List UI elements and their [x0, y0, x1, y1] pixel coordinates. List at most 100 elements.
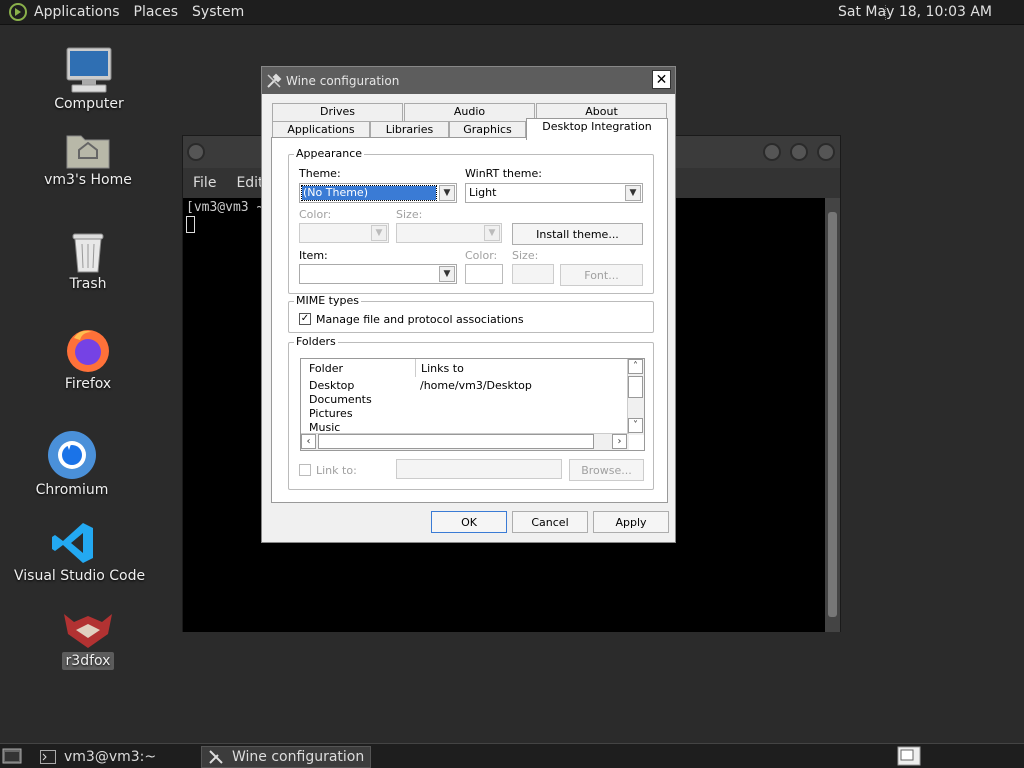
- menu-system[interactable]: System: [192, 4, 244, 20]
- theme-label: Theme:: [299, 167, 341, 180]
- tools-icon: [209, 750, 223, 764]
- install-theme-button[interactable]: Install theme...: [512, 223, 643, 245]
- winrt-theme-select[interactable]: Light ▼: [465, 183, 643, 203]
- terminal-menu-edit[interactable]: Edit: [236, 175, 263, 191]
- desktop-icon-label: Chromium: [35, 482, 109, 498]
- chevron-down-icon[interactable]: ▼: [625, 185, 641, 201]
- menu-places[interactable]: Places: [134, 4, 179, 20]
- tools-icon: [267, 73, 282, 88]
- tab-panel-desktop-integration: Appearance Theme: (No Theme) ▼ WinRT the…: [271, 137, 668, 503]
- scroll-thumb[interactable]: [628, 376, 643, 398]
- desktop-icon-label: Computer: [54, 96, 124, 112]
- dialog-title: Wine configuration: [286, 73, 400, 88]
- tab-desktop-integration[interactable]: Desktop Integration: [526, 118, 668, 140]
- terminal-maximize-button[interactable]: [790, 143, 808, 161]
- browse-button: Browse...: [569, 459, 644, 481]
- folders-group-label: Folders: [294, 335, 338, 348]
- list-item-folder[interactable]: Pictures: [309, 407, 353, 420]
- manage-associations-checkbox[interactable]: ✓: [299, 313, 311, 325]
- theme-select[interactable]: (No Theme) ▼: [299, 183, 457, 203]
- taskbar-item-label: Wine configuration: [232, 749, 365, 765]
- chevron-down-icon[interactable]: ▼: [439, 266, 455, 282]
- terminal-minimize-button[interactable]: [763, 143, 781, 161]
- chevron-up-icon[interactable]: ˄: [628, 359, 643, 374]
- mime-types-group: MIME types ✓ Manage file and protocol as…: [288, 294, 654, 333]
- color-label: Color:: [299, 208, 332, 221]
- folders-vertical-scrollbar[interactable]: ˄ ˅: [627, 359, 644, 435]
- ok-button[interactable]: OK: [431, 511, 507, 533]
- bottom-panel: vm3@vm3:~ Wine configuration: [0, 743, 1024, 768]
- vscode-icon: [52, 523, 93, 563]
- item-size-stepper: [512, 264, 554, 284]
- menu-applications[interactable]: Applications: [34, 4, 120, 20]
- chevron-down-icon[interactable]: ▼: [439, 185, 455, 201]
- desktop-icon-label: vm3's Home: [44, 172, 132, 188]
- top-panel: Applications Places System Sat May 18, 1…: [0, 0, 1024, 25]
- taskbar-item-label: vm3@vm3:~: [64, 749, 157, 765]
- item-color-field[interactable]: [465, 264, 503, 284]
- desktop-icon-vscode[interactable]: Visual Studio Code: [14, 520, 146, 584]
- color-select: ▼: [299, 223, 389, 243]
- tab-audio[interactable]: Audio: [404, 103, 535, 121]
- desktop-icon-computer[interactable]: Computer: [44, 46, 134, 112]
- mime-group-label: MIME types: [294, 294, 361, 307]
- desktop-icon-label: Visual Studio Code: [14, 568, 146, 584]
- chevron-down-icon: ▼: [371, 225, 387, 241]
- show-desktop-icon[interactable]: [2, 747, 22, 765]
- font-button: Font...: [560, 264, 643, 286]
- dialog-close-button[interactable]: ✕: [652, 70, 671, 89]
- desktop-icon-r3dfox[interactable]: r3dfox: [52, 610, 124, 670]
- item-size-label: Size:: [512, 249, 539, 262]
- terminal-cursor: [186, 216, 195, 233]
- list-item-folder[interactable]: Desktop: [309, 379, 354, 392]
- desktop-icon-chromium[interactable]: Chromium: [32, 430, 112, 498]
- item-select[interactable]: ▼: [299, 264, 457, 284]
- home-folder-icon: [66, 135, 110, 169]
- manage-associations-label[interactable]: Manage file and protocol associations: [316, 313, 524, 326]
- terminal-close-button[interactable]: [817, 143, 835, 161]
- theme-select-value: (No Theme): [301, 185, 437, 201]
- terminal-window-button[interactable]: [187, 143, 205, 161]
- terminal-scrollbar[interactable]: [825, 198, 840, 632]
- folders-group: Folders Folder Links to Desktop /home/vm…: [288, 335, 654, 490]
- taskbar-item-terminal[interactable]: vm3@vm3:~: [34, 746, 200, 768]
- list-item-folder[interactable]: Documents: [309, 393, 372, 406]
- item-label: Item:: [299, 249, 328, 262]
- taskbar-item-wine-config[interactable]: Wine configuration: [201, 746, 371, 768]
- dialog-titlebar[interactable]: Wine configuration: [262, 67, 675, 94]
- link-to-checkbox: [299, 464, 311, 476]
- scroll-thumb[interactable]: [318, 434, 594, 449]
- winrt-theme-value: Light: [469, 186, 497, 199]
- trash-icon: [72, 233, 104, 273]
- winrt-theme-label: WinRT theme:: [465, 167, 542, 180]
- terminal-scroll-thumb[interactable]: [828, 212, 837, 617]
- column-header-folder[interactable]: Folder: [309, 360, 414, 377]
- mate-logo-icon[interactable]: [8, 2, 28, 22]
- folders-horizontal-scrollbar[interactable]: ‹ ›: [301, 433, 629, 450]
- link-to-label: Link to:: [316, 464, 357, 477]
- wine-config-dialog[interactable]: Wine configuration ✕ Drives Audio About …: [261, 66, 676, 543]
- link-to-field: [396, 459, 562, 479]
- computer-icon: [66, 47, 112, 93]
- chevron-down-icon[interactable]: ˅: [628, 418, 643, 433]
- list-item-link: /home/vm3/Desktop: [420, 379, 532, 392]
- desktop-icon-label: r3dfox: [61, 652, 115, 670]
- workspace-switcher-icon[interactable]: [897, 746, 921, 766]
- desktop-icon-label: Trash: [69, 276, 107, 292]
- desktop-icon-home[interactable]: vm3's Home: [40, 130, 136, 188]
- desktop-icon-trash[interactable]: Trash: [48, 230, 128, 292]
- apply-button[interactable]: Apply: [593, 511, 669, 533]
- size-label: Size:: [396, 208, 423, 221]
- cancel-button[interactable]: Cancel: [512, 511, 588, 533]
- chevron-left-icon[interactable]: ‹: [301, 434, 316, 449]
- desktop-icon-firefox[interactable]: Firefox: [48, 326, 128, 392]
- clock[interactable]: Sat May 18, 10:03 AM: [838, 4, 992, 20]
- r3dfox-icon: [64, 614, 112, 648]
- folders-list[interactable]: Folder Links to Desktop /home/vm3/Deskto…: [300, 358, 645, 451]
- chevron-right-icon[interactable]: ›: [612, 434, 627, 449]
- terminal-menu-file[interactable]: File: [193, 175, 216, 191]
- firefox-icon: [67, 330, 109, 372]
- column-header-links-to[interactable]: Links to: [421, 360, 464, 377]
- tab-drives[interactable]: Drives: [272, 103, 403, 121]
- column-divider: [415, 359, 416, 377]
